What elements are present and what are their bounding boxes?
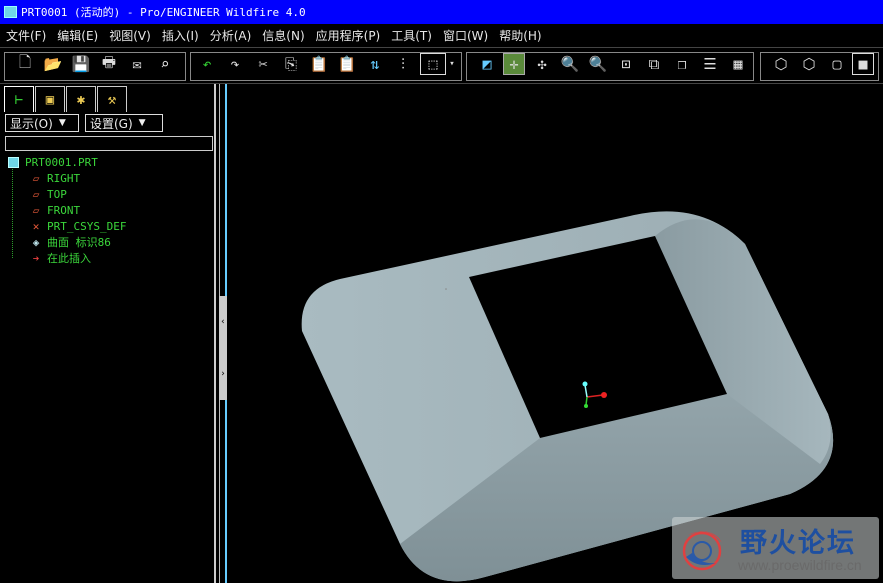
tree-root-label: PRT0001.PRT: [25, 155, 98, 169]
wireframe-icon[interactable]: ⬡: [770, 53, 792, 75]
tree-item-label: 在此插入: [47, 252, 91, 265]
tree-item-label: TOP: [47, 187, 67, 201]
menu-analysis[interactable]: 分析(A): [210, 27, 252, 44]
tree-item-label: 曲面 标识86: [47, 236, 111, 249]
model-view: [301, 211, 834, 582]
send-icon[interactable]: ✉: [126, 53, 148, 75]
title-bar: PRT0001 (活动的) - Pro/ENGINEER Wildfire 4.…: [0, 0, 883, 24]
connections-icon[interactable]: ⚒: [97, 86, 127, 112]
refit-icon[interactable]: ⊡: [615, 53, 637, 75]
menu-bar: 文件(F) 编辑(E) 视图(V) 插入(I) 分析(A) 信息(N) 应用程序…: [0, 24, 883, 46]
show-dropdown-label: 显示(O): [10, 116, 53, 131]
paste-special-icon[interactable]: 📋: [336, 53, 358, 75]
main-toolbar: 🗋 📂 💾 🖶 ✉ ⌕ ↶ ↷ ✂ ⎘ 📋 📋 ⇅ ⫶ ⬚ ▾ ◩ ✛ ✣ 🔍 …: [0, 47, 883, 84]
tree-item-right[interactable]: ▱ RIGHT: [8, 170, 213, 186]
zoom-out-icon[interactable]: 🔍: [587, 53, 609, 75]
chevron-down-icon: ▼: [138, 118, 146, 128]
menu-help[interactable]: 帮助(H): [499, 27, 541, 44]
model-tree-icon[interactable]: ⊢: [4, 86, 34, 112]
menu-edit[interactable]: 编辑(E): [57, 27, 98, 44]
paste-icon[interactable]: 📋: [308, 53, 330, 75]
origin-dot: [445, 288, 447, 290]
save-icon[interactable]: 💾: [70, 53, 92, 75]
forum-watermark: 野火论坛 www.proewildfire.cn: [672, 517, 879, 579]
orient-icon[interactable]: ✣: [531, 53, 553, 75]
chevron-down-icon: ▼: [58, 118, 66, 128]
no-hidden-icon[interactable]: ▢: [826, 53, 848, 75]
collapse-panel-button[interactable]: ‹: [219, 296, 227, 348]
forum-name: 野火论坛: [740, 528, 856, 559]
tree-connector: [12, 169, 13, 258]
repaint-icon[interactable]: ◩: [476, 53, 498, 75]
select-box-icon[interactable]: ⬚: [420, 53, 446, 75]
folder-browser-icon[interactable]: ▣: [35, 86, 65, 112]
app-icon: [4, 6, 17, 18]
hidden-line-icon[interactable]: ⬡: [798, 53, 820, 75]
surface-icon: ◈: [32, 235, 40, 249]
forum-logo-icon: [682, 531, 722, 571]
regen-manager-icon[interactable]: ⫶: [392, 53, 414, 75]
display-style-icon[interactable]: ▦: [727, 53, 749, 75]
menu-insert[interactable]: 插入(I): [162, 27, 199, 44]
new-icon[interactable]: 🗋: [14, 53, 36, 75]
expand-panel-button[interactable]: ›: [219, 348, 227, 400]
panel-sash[interactable]: ‹ ›: [216, 84, 230, 583]
menu-view[interactable]: 视图(V): [109, 27, 151, 44]
graphics-viewport[interactable]: [230, 84, 883, 583]
navigator-panel: ⊢ ▣ ✱ ⚒ 显示(O) ▼ 设置(G) ▼ PRT0001.PRT ▱ RI…: [0, 84, 216, 583]
menu-applications[interactable]: 应用程序(P): [316, 27, 381, 44]
zoom-in-icon[interactable]: 🔍: [559, 53, 581, 75]
tree-item-label: PRT_CSYS_DEF: [47, 219, 127, 233]
tree-item-top[interactable]: ▱ TOP: [8, 186, 213, 202]
layers-icon[interactable]: ☰: [699, 53, 721, 75]
tree-item-insert-here[interactable]: ➔ 在此插入: [8, 250, 213, 266]
undo-icon[interactable]: ↶: [196, 53, 218, 75]
navigator-tabs: ⊢ ▣ ✱ ⚒: [4, 86, 128, 112]
datum-plane-icon: ▱: [32, 187, 40, 201]
view-manager-icon[interactable]: ⧉: [643, 53, 665, 75]
spin-center-icon[interactable]: ✛: [503, 53, 525, 75]
cut-icon[interactable]: ✂: [252, 53, 274, 75]
part-icon: [8, 156, 19, 168]
open-icon[interactable]: 📂: [42, 53, 64, 75]
copy-icon[interactable]: ⎘: [280, 53, 302, 75]
menu-info[interactable]: 信息(N): [262, 27, 304, 44]
window-title: PRT0001 (活动的) - Pro/ENGINEER Wildfire 4.…: [21, 6, 306, 19]
model-tree: PRT0001.PRT ▱ RIGHT ▱ TOP ▱ FRONT ✕ PRT_…: [8, 154, 213, 266]
menu-window[interactable]: 窗口(W): [443, 27, 488, 44]
regenerate-icon[interactable]: ⇅: [364, 53, 386, 75]
print-icon[interactable]: 🖶: [98, 53, 120, 75]
menu-tools[interactable]: 工具(T): [391, 27, 432, 44]
show-dropdown[interactable]: 显示(O) ▼: [5, 114, 79, 132]
tree-options: 显示(O) ▼ 设置(G) ▼: [5, 114, 169, 132]
tree-item-front[interactable]: ▱ FRONT: [8, 202, 213, 218]
chevron-left-icon: ‹: [220, 317, 226, 327]
menu-file[interactable]: 文件(F): [6, 27, 46, 44]
saved-views-icon[interactable]: ❐: [671, 53, 693, 75]
tree-item-csys[interactable]: ✕ PRT_CSYS_DEF: [8, 218, 213, 234]
insert-here-icon: ➔: [32, 251, 40, 265]
settings-dropdown-label: 设置(G): [90, 116, 133, 131]
tree-item-label: RIGHT: [47, 171, 81, 185]
datum-plane-icon: ▱: [32, 203, 40, 217]
select-dropdown-chevron-icon[interactable]: ▾: [446, 53, 458, 75]
datum-plane-icon: ▱: [32, 171, 40, 185]
tree-root[interactable]: PRT0001.PRT: [8, 154, 213, 170]
favorites-icon[interactable]: ✱: [66, 86, 96, 112]
tree-item-surface[interactable]: ◈ 曲面 标识86: [8, 234, 213, 250]
find-icon[interactable]: ⌕: [154, 53, 176, 75]
chevron-right-icon: ›: [220, 369, 226, 379]
csys-icon: ✕: [32, 219, 40, 233]
tree-filter-input[interactable]: [5, 136, 213, 151]
redo-icon[interactable]: ↷: [224, 53, 246, 75]
shading-icon[interactable]: ■: [852, 53, 874, 75]
forum-url: www.proewildfire.cn: [738, 557, 862, 573]
tree-item-label: FRONT: [47, 203, 81, 217]
settings-dropdown[interactable]: 设置(G) ▼: [85, 114, 163, 132]
